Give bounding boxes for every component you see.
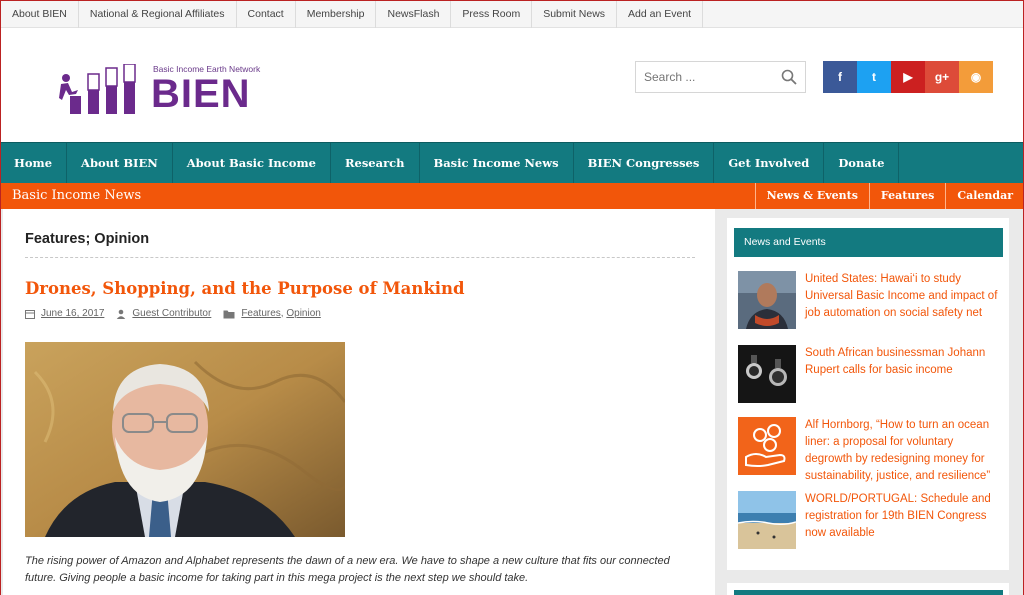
nav-item-get-involved[interactable]: Get Involved [714,143,825,183]
widget-header-bar [734,590,1003,595]
topbar-link-newsflash[interactable]: NewsFlash [376,0,452,28]
news-title[interactable]: Alf Hornborg, “How to turn an ocean line… [805,417,1003,485]
search-input[interactable] [636,62,772,92]
news-thumbnail[interactable] [738,271,796,329]
portrait-image [25,342,345,537]
rss-icon[interactable]: ◉ [959,61,993,93]
news-thumbnail[interactable] [738,417,796,475]
post-author[interactable]: Guest Contributor [132,308,211,319]
news-item[interactable]: South African businessman Johann Rupert … [738,345,1003,403]
post-category-opinion[interactable]: Opinion [286,308,320,319]
news-thumbnail[interactable] [738,491,796,549]
topbar-link-affiliates[interactable]: National & Regional Affiliates [79,0,237,28]
sidebar-widget-news: News and Events United States: Hawai‘i t… [727,218,1009,570]
topbar-link-submit-news[interactable]: Submit News [532,0,618,28]
category-link-features[interactable]: Features [868,183,945,209]
news-item[interactable]: Alf Hornborg, “How to turn an ocean line… [738,417,1003,485]
sidebar-widget-next [727,583,1009,595]
money-hand-icon [738,417,796,475]
nav-item-bien-congresses[interactable]: BIEN Congresses [574,143,715,183]
logo-bars-icon [59,64,136,114]
nav-item-donate[interactable]: Donate [824,143,900,183]
news-thumb-image [738,271,796,329]
search-box [635,61,806,93]
site-header: Basic Income Earth Network BIEN f t ▶ g+… [0,28,1024,142]
news-title[interactable]: WORLD/PORTUGAL: Schedule and registratio… [805,491,1003,549]
widget-title: News and Events [734,228,1003,257]
calendar-icon [25,309,35,319]
post-featured-image[interactable] [25,342,345,537]
post-meta: June 16, 2017 Guest Contributor Features… [25,308,333,319]
news-thumb-image [738,345,796,403]
top-bar: About BIEN National & Regional Affiliate… [0,0,1024,28]
topbar-link-about-bien[interactable]: About BIEN [0,0,79,28]
beach-image [738,491,796,549]
post-excerpt: The rising power of Amazon and Alphabet … [25,555,670,584]
main-content: Features; Opinion Drones, Shopping, and … [3,209,715,595]
search-icon[interactable] [781,69,797,85]
news-title[interactable]: United States: Hawai‘i to study Universa… [805,271,1003,329]
title-divider [25,257,695,258]
post-date[interactable]: June 16, 2017 [41,308,104,319]
site-logo[interactable]: Basic Income Earth Network BIEN [58,64,268,118]
google-plus-icon[interactable]: g+ [925,61,959,93]
nav-item-about-basic-income[interactable]: About Basic Income [173,143,331,183]
news-item[interactable]: WORLD/PORTUGAL: Schedule and registratio… [738,491,1003,549]
news-thumbnail[interactable] [738,345,796,403]
folder-icon [223,310,235,318]
category-link-calendar[interactable]: Calendar [945,183,1024,209]
nav-item-research[interactable]: Research [331,143,420,183]
category-title[interactable]: Basic Income News [12,183,141,209]
news-item[interactable]: United States: Hawai‘i to study Universa… [738,271,1003,329]
main-nav: Home About BIEN About Basic Income Resea… [0,142,1024,183]
logo-name: BIEN [151,72,251,116]
twitter-icon[interactable]: t [857,61,891,93]
topbar-link-contact[interactable]: Contact [237,0,296,28]
category-link-news-events[interactable]: News & Events [754,183,869,209]
youtube-icon[interactable]: ▶ [891,61,925,93]
topbar-link-add-event[interactable]: Add an Event [617,0,704,28]
user-icon [117,309,126,319]
post-category-features[interactable]: Features [241,308,280,319]
category-links: News & Events Features Calendar [754,183,1024,209]
nav-item-about-bien[interactable]: About BIEN [67,143,173,183]
page-title: Features; Opinion [25,231,150,247]
facebook-icon[interactable]: f [823,61,857,93]
social-links: f t ▶ g+ ◉ [823,61,993,93]
topbar-link-press-room[interactable]: Press Room [451,0,533,28]
category-bar: Basic Income News News & Events Features… [0,183,1024,209]
post-title[interactable]: Drones, Shopping, and the Purpose of Man… [25,279,465,298]
nav-item-home[interactable]: Home [0,143,68,183]
nav-item-basic-income-news[interactable]: Basic Income News [420,143,574,183]
topbar-link-membership[interactable]: Membership [296,0,377,28]
news-title[interactable]: South African businessman Johann Rupert … [805,345,1003,403]
